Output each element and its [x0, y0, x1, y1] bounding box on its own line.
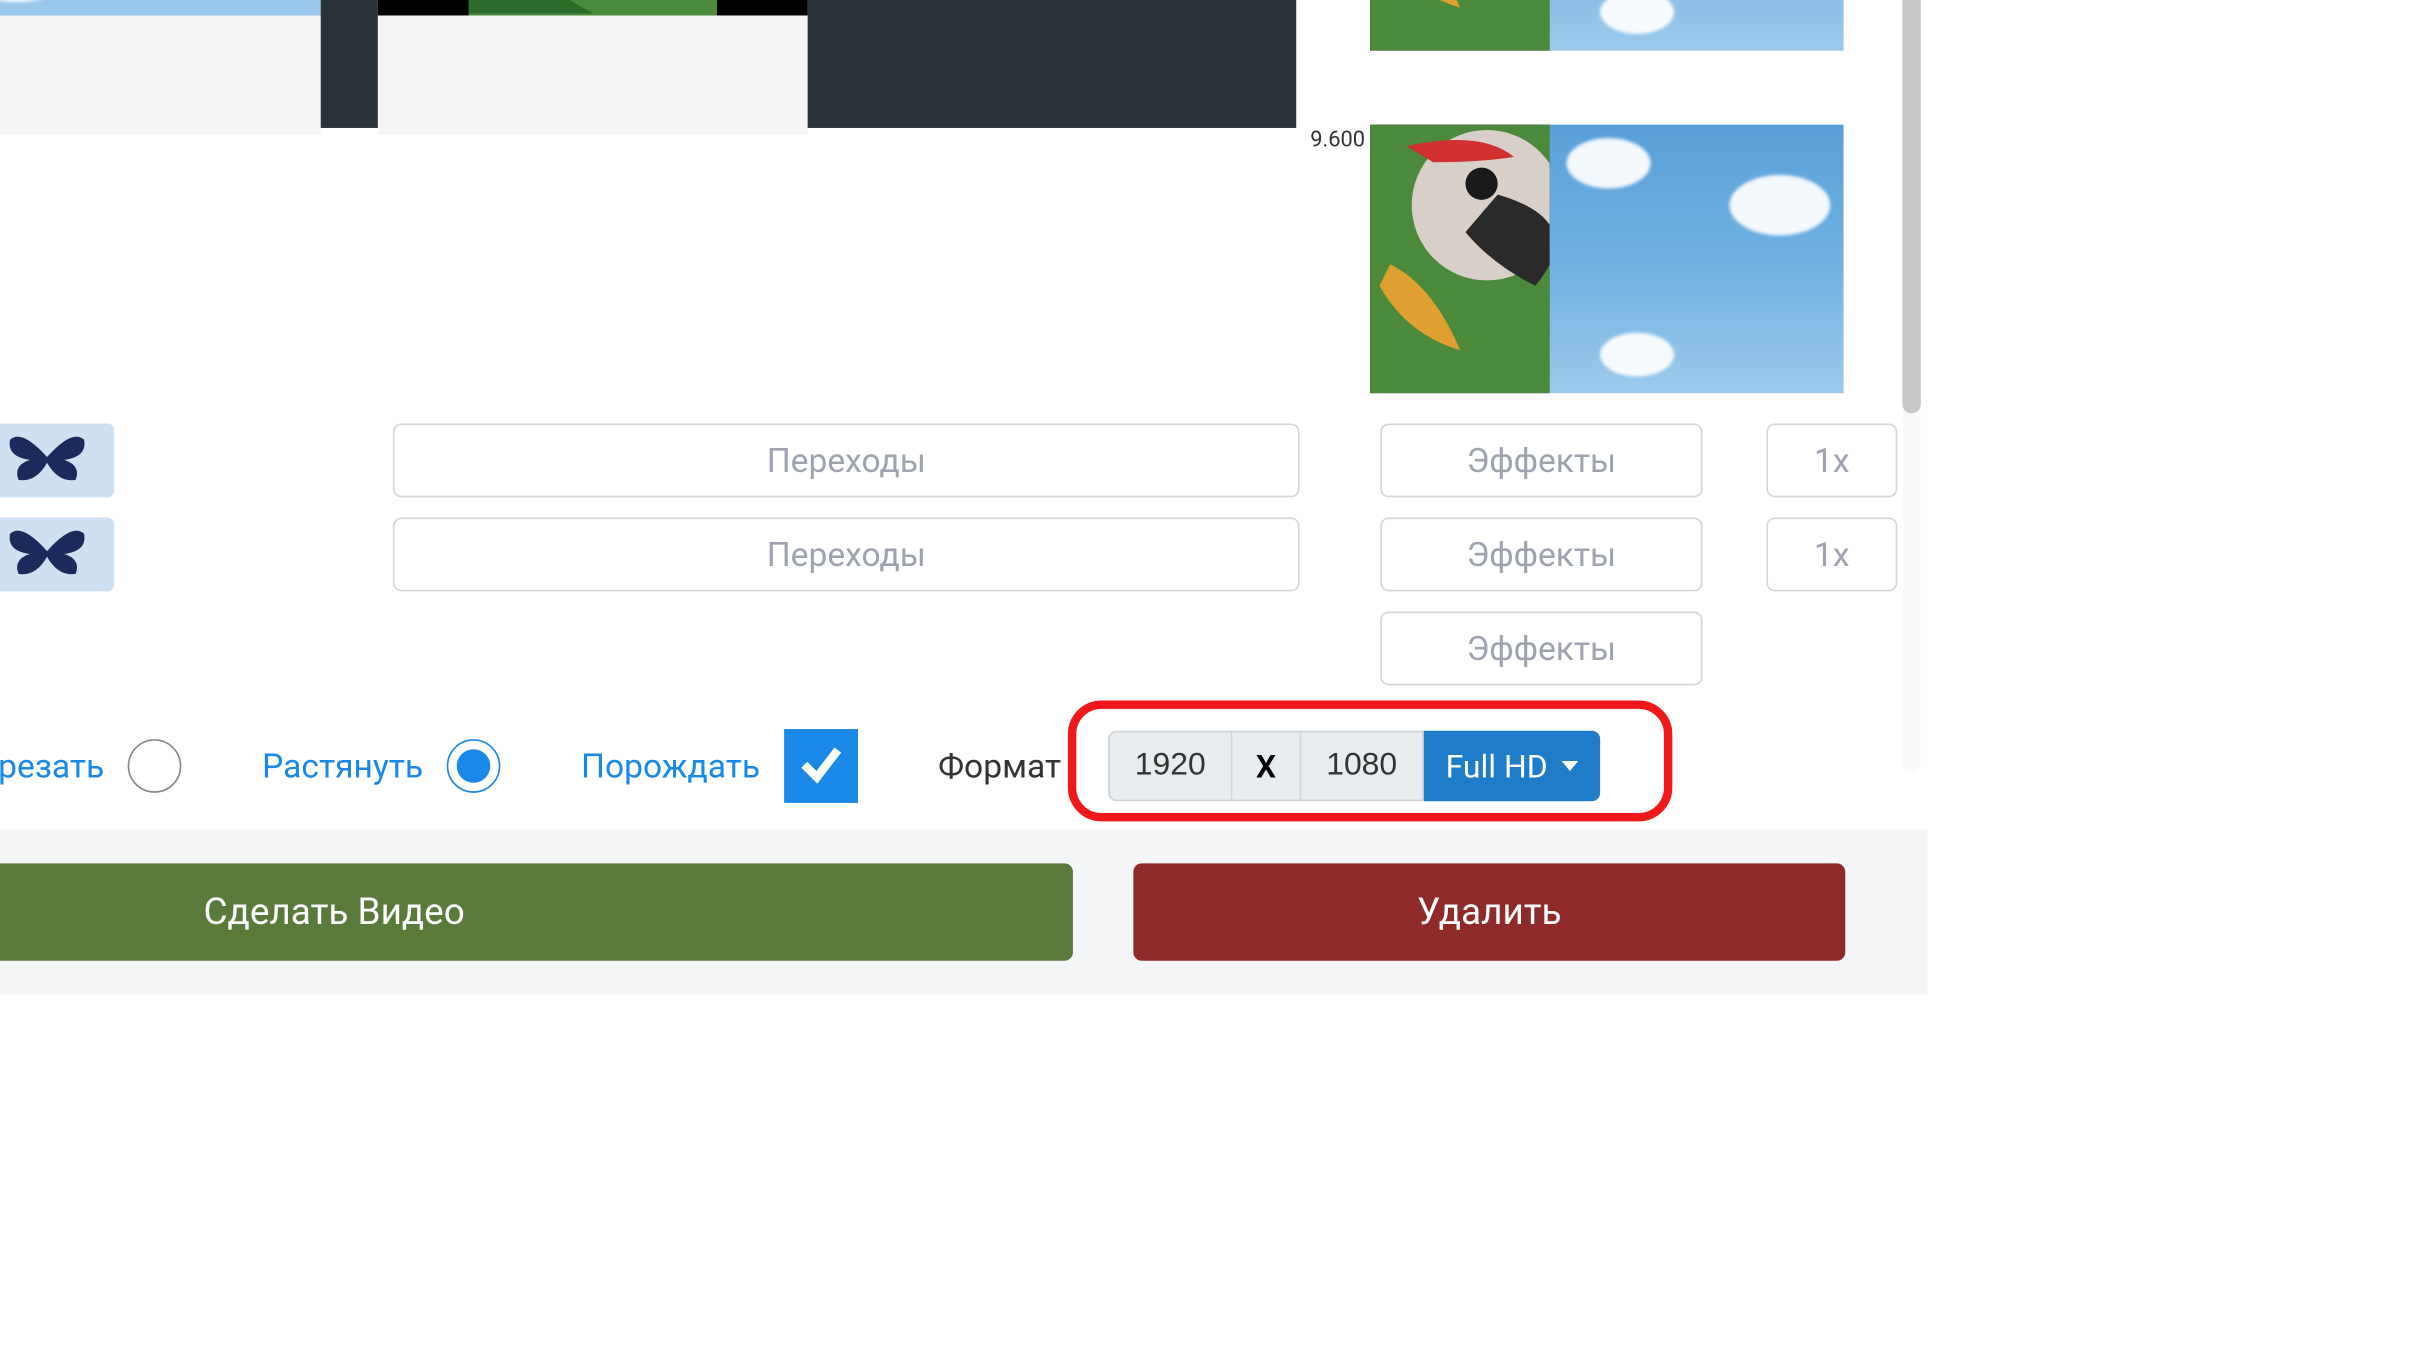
clip-thumbnail-parrot: [378, 0, 808, 15]
preview-thumbnail-1[interactable]: [1370, 0, 1843, 51]
check-icon: [795, 737, 845, 794]
dimension-separator: X: [1232, 731, 1299, 802]
delete-button[interactable]: Удалить: [1133, 863, 1845, 960]
scrollbar-thumb[interactable]: [1902, 0, 1920, 413]
effects-button-main[interactable]: Эффекты: [1380, 517, 1702, 591]
layer-thumbnail-main[interactable]: [0, 517, 114, 591]
butterfly-icon: [2, 429, 93, 493]
resolution-preset-dropdown[interactable]: Full HD: [1424, 731, 1600, 802]
clip-thumbnail-sky: [0, 0, 321, 15]
width-input[interactable]: [1108, 731, 1232, 802]
spawn-label: Порождать: [581, 746, 760, 786]
stretch-radio[interactable]: [447, 739, 501, 793]
layer-thumbnail-background[interactable]: [0, 423, 114, 497]
transitions-button-bg[interactable]: Переходы: [393, 423, 1300, 497]
format-label: Формат: [938, 746, 1061, 786]
format-group: X Full HD: [1108, 731, 1600, 802]
make-video-button[interactable]: Сделать Видео: [0, 863, 1073, 960]
height-input[interactable]: [1300, 731, 1424, 802]
bottom-bar: Сделать Видео Удалить: [0, 830, 1928, 995]
stretch-label: Растянуть: [262, 746, 423, 786]
options-row: Минималь Обрезать Растянуть Порождать Фо…: [0, 716, 1897, 817]
clip-card-2[interactable]: [378, 0, 808, 135]
clip-card-1[interactable]: [0, 0, 321, 135]
ruler-tick-label: 9.600: [1269, 128, 1365, 153]
timeline-strip: [0, 0, 1296, 128]
effects-button-bg[interactable]: Эффекты: [1380, 423, 1702, 497]
rate-button-main[interactable]: 1x: [1766, 517, 1897, 591]
layers-panel: Фон Переходы Эффекты 1x Основной: [0, 422, 1897, 704]
preview-thumbnail-2[interactable]: [1370, 125, 1843, 394]
rate-button-bg[interactable]: 1x: [1766, 423, 1897, 497]
crop-label: Обрезать: [0, 746, 104, 786]
chevron-down-icon: [1561, 761, 1578, 771]
effects-button-global[interactable]: Эффекты: [1380, 612, 1702, 686]
preset-label: Full HD: [1446, 747, 1548, 786]
crop-radio[interactable]: [128, 739, 182, 793]
vertical-scrollbar[interactable]: [1902, 0, 1920, 773]
butterfly-icon: [2, 523, 93, 587]
spawn-checkbox[interactable]: [784, 729, 858, 803]
transitions-button-main[interactable]: Переходы: [393, 517, 1300, 591]
